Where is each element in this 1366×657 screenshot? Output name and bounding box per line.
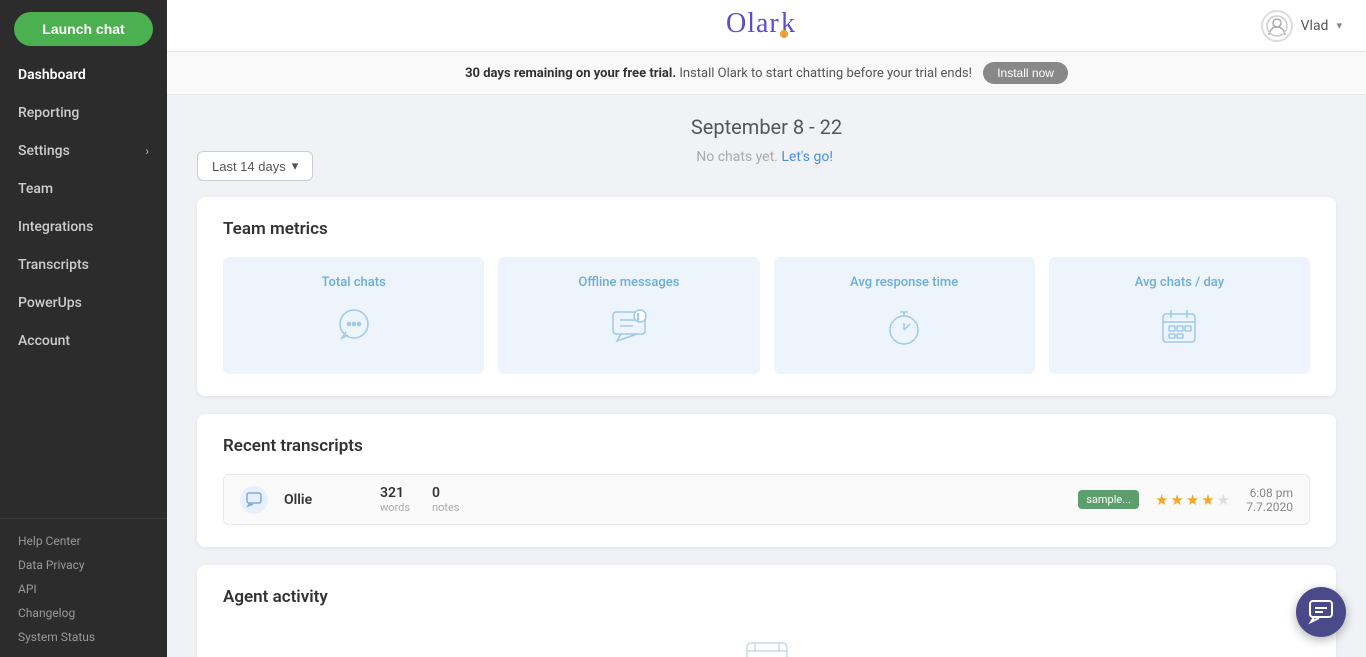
- transcript-notes-label: notes: [432, 501, 459, 514]
- app-logo: Olar k: [726, 4, 806, 47]
- table-row[interactable]: Ollie 321 words 0 notes sample... ★ ★ ★: [223, 474, 1310, 525]
- date-filter-row: Last 14 days ▾ No chats yet. Let's go!: [197, 149, 1336, 183]
- topbar: Olar k Vlad ▾: [167, 0, 1366, 52]
- star-4: ★: [1201, 491, 1214, 509]
- sidebar-item-settings[interactable]: Settings ›: [0, 132, 167, 170]
- sidebar-item-dashboard[interactable]: Dashboard: [0, 56, 167, 94]
- team-metrics-title: Team metrics: [223, 219, 1310, 239]
- metric-tile-total-chats: Total chats: [223, 257, 484, 374]
- page-content: September 8 - 22 Last 14 days ▾ No chats…: [167, 95, 1366, 657]
- metric-tile-avg-response-time: Avg response time: [774, 257, 1035, 374]
- sidebar-item-label: Settings: [18, 143, 70, 159]
- sidebar-footer-api[interactable]: API: [0, 577, 167, 601]
- sidebar-nav: Dashboard Reporting Settings › Team Inte…: [0, 56, 167, 518]
- agent-activity-card: Agent activity: [197, 565, 1336, 657]
- star-1: ★: [1155, 491, 1168, 509]
- sidebar-item-label: Team: [18, 181, 53, 197]
- lets-go-link[interactable]: Let's go!: [781, 149, 833, 165]
- transcript-words-label: words: [380, 501, 410, 514]
- sidebar-item-label: Reporting: [18, 105, 79, 121]
- live-chat-fab[interactable]: [1296, 587, 1346, 637]
- sidebar-footer-system-status[interactable]: System Status: [0, 625, 167, 649]
- recent-transcripts-title: Recent transcripts: [223, 436, 1310, 456]
- transcript-rating: ★ ★ ★ ★ ★: [1155, 491, 1230, 509]
- team-metrics-card: Team metrics Total chats Offline message…: [197, 197, 1336, 396]
- trial-days: 30 days remaining on your free trial.: [465, 66, 676, 81]
- install-now-button[interactable]: Install now: [983, 62, 1068, 84]
- sidebar-footer-changelog[interactable]: Changelog: [0, 601, 167, 625]
- sidebar: Launch chat Dashboard Reporting Settings…: [0, 0, 167, 657]
- date-range-title: September 8 - 22: [197, 115, 1336, 139]
- chevron-down-icon: ▾: [1336, 19, 1342, 32]
- sidebar-item-integrations[interactable]: Integrations: [0, 208, 167, 246]
- sidebar-item-label: Integrations: [18, 219, 93, 235]
- metrics-grid: Total chats Offline messages: [223, 257, 1310, 374]
- launch-chat-button[interactable]: Launch chat: [14, 12, 153, 46]
- chat-bubble-icon: [330, 302, 378, 356]
- transcript-time-value: 6:08 pm: [1246, 486, 1293, 500]
- offline-message-icon: !: [605, 302, 653, 356]
- date-filter-label: Last 14 days: [212, 159, 286, 174]
- user-menu[interactable]: Vlad ▾: [1261, 10, 1342, 42]
- date-section: September 8 - 22 Last 14 days ▾ No chats…: [197, 115, 1336, 183]
- sidebar-item-label: Dashboard: [18, 67, 86, 83]
- transcript-notes-count: 0: [432, 485, 459, 501]
- star-3: ★: [1186, 491, 1199, 509]
- transcript-words-block: 321 words: [380, 485, 410, 514]
- transcript-timestamp: 6:08 pm 7.7.2020: [1246, 486, 1293, 514]
- metric-tile-offline-messages: Offline messages !: [498, 257, 759, 374]
- sidebar-footer-help-center[interactable]: Help Center: [0, 529, 167, 553]
- metric-label-offline-messages: Offline messages: [578, 275, 679, 290]
- svg-text:!: !: [637, 313, 639, 322]
- star-2: ★: [1170, 491, 1183, 509]
- user-name: Vlad: [1301, 18, 1329, 34]
- sidebar-footer: Help Center Data Privacy API Changelog S…: [0, 518, 167, 657]
- sidebar-footer-data-privacy[interactable]: Data Privacy: [0, 553, 167, 577]
- sidebar-item-transcripts[interactable]: Transcripts: [0, 246, 167, 284]
- star-5: ★: [1217, 491, 1230, 509]
- transcript-date-value: 7.7.2020: [1246, 500, 1293, 514]
- transcript-tag: sample...: [1078, 490, 1139, 509]
- sidebar-item-account[interactable]: Account: [0, 322, 167, 360]
- sidebar-item-label: Transcripts: [18, 257, 89, 273]
- dropdown-arrow-icon: ▾: [292, 158, 299, 174]
- agent-activity-placeholder: [223, 625, 1310, 657]
- calendar-icon: [1155, 302, 1203, 356]
- stopwatch-icon: [880, 302, 928, 356]
- metric-label-avg-response-time: Avg response time: [850, 275, 958, 290]
- transcript-agent-name: Ollie: [284, 492, 364, 508]
- trial-cta: Install Olark to start chatting before y…: [679, 66, 972, 81]
- metric-label-avg-chats-day: Avg chats / day: [1135, 275, 1224, 290]
- avatar: [1261, 10, 1293, 42]
- no-chats-message: No chats yet. Let's go!: [696, 149, 833, 165]
- transcript-chat-icon: [240, 486, 268, 514]
- svg-text:Olar: Olar: [726, 8, 780, 39]
- sidebar-item-reporting[interactable]: Reporting: [0, 94, 167, 132]
- metric-label-total-chats: Total chats: [321, 275, 385, 290]
- metric-tile-avg-chats-day: Avg chats / day: [1049, 257, 1310, 374]
- transcript-notes-block: 0 notes: [432, 485, 459, 514]
- transcript-stats: 321 words 0 notes: [380, 485, 1062, 514]
- transcript-words-count: 321: [380, 485, 410, 501]
- trial-banner: 30 days remaining on your free trial. In…: [167, 52, 1366, 95]
- sidebar-item-label: Account: [18, 333, 70, 349]
- sidebar-item-team[interactable]: Team: [0, 170, 167, 208]
- recent-transcripts-card: Recent transcripts Ollie 321 words 0: [197, 414, 1336, 547]
- sidebar-item-label: PowerUps: [18, 295, 82, 311]
- sidebar-item-powerups[interactable]: PowerUps: [0, 284, 167, 322]
- chevron-right-icon: ›: [145, 144, 149, 158]
- agent-activity-title: Agent activity: [223, 587, 1310, 607]
- date-filter-button[interactable]: Last 14 days ▾: [197, 151, 313, 181]
- main-content: Olar k Vlad ▾ 30 days remaining on your …: [167, 0, 1366, 657]
